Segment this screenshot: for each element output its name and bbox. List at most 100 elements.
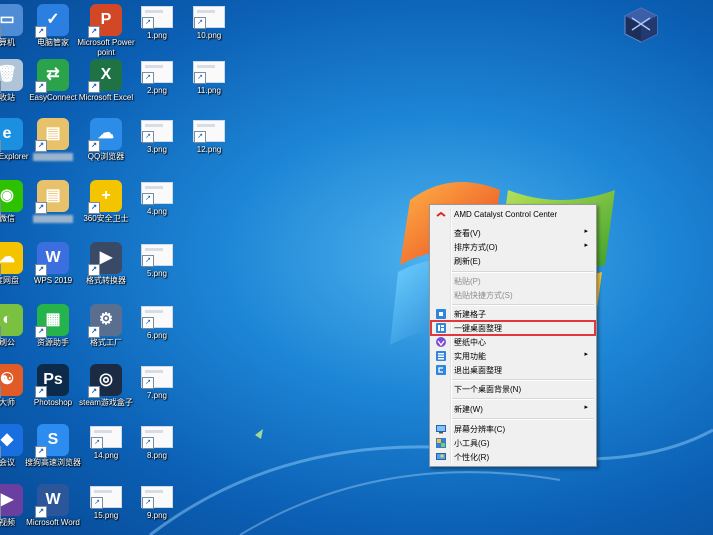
- menu-item-12[interactable]: 新建(W) ▸: [432, 403, 594, 416]
- shortcut-arrow-icon: ↗: [91, 437, 103, 449]
- desktop-icon-label: 3.png: [146, 145, 168, 154]
- desktop-icon[interactable]: ↗ 4.png: [128, 176, 186, 217]
- shortcut-arrow-icon: ↗: [142, 437, 154, 449]
- desktop-icon[interactable]: ▤ ↗: [24, 114, 82, 164]
- desktop-icon[interactable]: ⚙ ↗ 格式工厂: [77, 300, 135, 348]
- desktop-icon[interactable]: P ↗ Microsoft Powerpoint: [77, 0, 135, 58]
- desktop-icon[interactable]: ↗ 11.png: [180, 55, 238, 96]
- desktop-icon[interactable]: ↗ 5.png: [128, 238, 186, 279]
- desktop-icon[interactable]: ▤ ↗: [24, 176, 82, 226]
- desktop-icon[interactable]: ↗ 1.png: [128, 0, 186, 41]
- desktop-icon[interactable]: ↗ 2.png: [128, 55, 186, 96]
- shortcut-arrow-icon: ↗: [142, 497, 154, 509]
- shortcut-arrow-icon: ↗: [0, 264, 1, 276]
- desktop-icon[interactable]: ↗ 12.png: [180, 114, 238, 155]
- shortcut-arrow-icon: ↗: [35, 202, 47, 214]
- shortcut-arrow-icon: ↗: [35, 446, 47, 458]
- image-file-icon: ↗: [90, 486, 122, 509]
- menu-item-11[interactable]: 下一个桌面背景(N): [432, 383, 594, 396]
- app-icon: ▶↗: [88, 242, 122, 276]
- desktop-icon[interactable]: ↗ 6.png: [128, 300, 186, 341]
- menu-item-label: 下一个桌面背景(N): [454, 385, 522, 394]
- desktop-icon-label: 2.png: [146, 86, 168, 95]
- menu-item-13[interactable]: 屏幕分辨率(C): [432, 423, 594, 436]
- menu-item-3[interactable]: 刷新(E): [432, 255, 594, 268]
- menu-item-10[interactable]: 退出桌面整理: [432, 364, 594, 377]
- cube-gadget-icon[interactable]: [622, 6, 660, 44]
- app-icon: ▤ ↗: [35, 118, 69, 152]
- shortcut-arrow-icon: ↗: [142, 131, 154, 143]
- shortcut-arrow-icon: ↗: [0, 446, 1, 458]
- menu-item-label: 退出桌面整理: [454, 366, 502, 375]
- menu-item-label: 实用功能: [454, 352, 486, 361]
- app-icon: e↗: [0, 118, 23, 152]
- desktop-icon[interactable]: ↗ 10.png: [180, 0, 238, 41]
- shortcut-arrow-icon: ↗: [88, 202, 100, 214]
- shortcut-arrow-icon: ↗: [88, 140, 100, 152]
- menu-item-8[interactable]: 壁纸中心: [432, 336, 594, 349]
- desktop-icon[interactable]: Ps ↗ Photoshop: [24, 360, 82, 408]
- menu-item-15[interactable]: 个性化(R): [432, 451, 594, 464]
- menu-item-label: 个性化(R): [454, 453, 490, 462]
- app-icon: ⇄ ↗: [35, 59, 69, 93]
- desktop-icon[interactable]: ↗ 14.png: [77, 420, 135, 461]
- app-icon: ◎ ↗: [88, 364, 122, 398]
- shortcut-arrow-icon: ↗: [194, 72, 206, 84]
- submenu-arrow-icon: ▸: [584, 404, 588, 411]
- shortcut-arrow-icon: ↗: [88, 264, 100, 276]
- desktop-icon-label: WPS 2019: [33, 276, 73, 285]
- menu-item-0[interactable]: AMD Catalyst Control Center: [432, 209, 594, 222]
- shortcut-arrow-icon: ↗: [88, 386, 100, 398]
- desktop-icon[interactable]: ▶ ↗ 格式转换器: [77, 238, 135, 286]
- desktop-icon[interactable]: X ↗ Microsoft Excel: [77, 55, 135, 103]
- menu-separator: [452, 379, 594, 381]
- desktop-icon[interactable]: S ↗ 搜狗高速浏览器: [24, 420, 82, 468]
- desktop-icon-label: Microsoft Excel: [78, 93, 134, 102]
- shortcut-arrow-icon: ↗: [35, 506, 47, 518]
- desktop-icon[interactable]: W ↗ WPS 2019: [24, 238, 82, 286]
- menu-item-label: 新建(W): [454, 405, 483, 414]
- shortcut-arrow-icon: ↗: [91, 497, 103, 509]
- menu-item-1[interactable]: 查看(V) ▸: [432, 227, 594, 240]
- image-file-icon: ↗: [141, 244, 173, 267]
- image-file-icon: ↗: [193, 61, 225, 84]
- desktop-icon-label: 15.png: [93, 511, 119, 520]
- desktop-icon[interactable]: ↗ 9.png: [128, 480, 186, 521]
- desktop-icon[interactable]: ↗ 15.png: [77, 480, 135, 521]
- desktop-icon[interactable]: W ↗ Microsoft Word: [24, 480, 82, 528]
- gadgets-icon: [436, 438, 446, 448]
- app-icon: W ↗: [35, 484, 69, 518]
- desktop-icon[interactable]: ↗ 3.png: [128, 114, 186, 155]
- image-file-icon: ↗: [141, 182, 173, 205]
- desktop-icon[interactable]: ☁ ↗ QQ浏览器: [77, 114, 135, 162]
- app-icon: ▤ ↗: [35, 180, 69, 214]
- image-file-icon: ↗: [141, 486, 173, 509]
- wallpaper-icon: [436, 337, 446, 347]
- menu-item-2[interactable]: 排序方式(O) ▸: [432, 241, 594, 254]
- desktop-icon[interactable]: + ↗ 360安全卫士: [77, 176, 135, 224]
- desktop-icon-label: 10.png: [196, 31, 222, 40]
- menu-item-14[interactable]: 小工具(G): [432, 437, 594, 450]
- menu-item-label: AMD Catalyst Control Center: [454, 210, 558, 219]
- desktop-icon[interactable]: ▦ ↗ 资源助手: [24, 300, 82, 348]
- app-icon: ☁↗: [0, 242, 23, 276]
- menu-item-label: 粘贴快捷方式(S): [454, 291, 513, 300]
- desktop-icon[interactable]: ◎ ↗ steam游戏盒子: [77, 360, 135, 408]
- submenu-arrow-icon: ▸: [584, 351, 588, 358]
- app-icon: S ↗: [35, 424, 69, 458]
- desktop-icon[interactable]: ✓ ↗ 电脑管家: [24, 0, 82, 48]
- desktop-icon-label: 8.png: [146, 451, 168, 460]
- menu-item-label: 新建格子: [454, 310, 486, 319]
- desktop-icon[interactable]: ↗ 7.png: [128, 360, 186, 401]
- shortcut-arrow-icon: ↗: [142, 193, 154, 205]
- menu-item-label: 排序方式(O): [454, 243, 498, 252]
- desktop-icon[interactable]: ↗ 8.png: [128, 420, 186, 461]
- menu-item-label: 屏幕分辨率(C): [454, 425, 506, 434]
- app-icon: ◉↗: [0, 180, 23, 214]
- desktop-icon-label: Photoshop: [33, 398, 73, 407]
- desktop-icon[interactable]: ⇄ ↗ EasyConnect: [24, 55, 82, 103]
- menu-separator: [452, 418, 594, 420]
- image-file-icon: ↗: [141, 306, 173, 329]
- menu-item-9[interactable]: 实用功能 ▸: [432, 350, 594, 363]
- desktop-icon-label: 资源助手: [37, 338, 69, 347]
